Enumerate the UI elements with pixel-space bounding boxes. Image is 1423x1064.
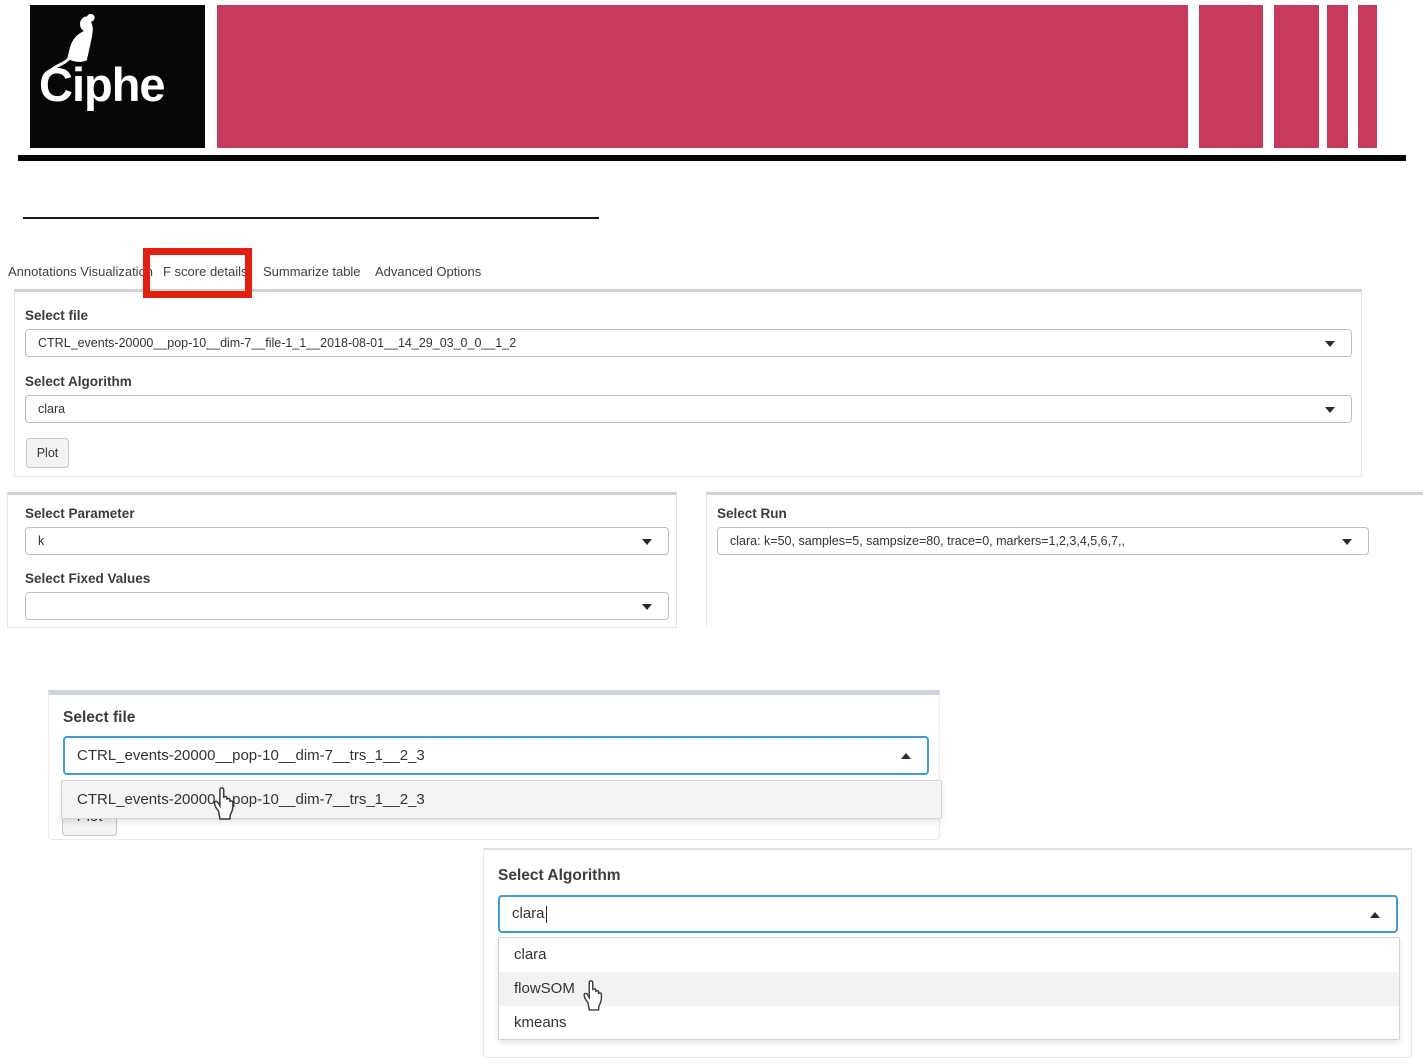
tab-advanced-options[interactable]: Advanced Options xyxy=(375,264,481,279)
select-file-options-menu: CTRL_events-20000__pop-10__dim-7__trs_1_… xyxy=(61,780,942,819)
run-panel: Select Run clara: k=50, samples=5, samps… xyxy=(706,492,1423,626)
file-option[interactable]: CTRL_events-20000__pop-10__dim-7__trs_1_… xyxy=(62,782,941,818)
parameter-panel: Select Parameter k Select Fixed Values xyxy=(7,492,677,628)
header-banner-bar xyxy=(1199,5,1263,148)
select-file-zoom-panel: Select file CTRL_events-20000__pop-10__d… xyxy=(48,690,942,840)
select-fixed-values-label: Select Fixed Values xyxy=(25,571,151,586)
caret-down-icon xyxy=(1325,341,1335,347)
select-parameter-label: Select Parameter xyxy=(25,506,135,521)
header-banner xyxy=(217,5,1188,148)
select-parameter-value: k xyxy=(38,534,45,548)
select-run-label: Select Run xyxy=(717,506,787,521)
header-divider xyxy=(18,155,1406,161)
caret-down-icon xyxy=(1342,539,1352,545)
select-algorithm-combobox-open[interactable]: clara xyxy=(498,895,1398,933)
plot-button[interactable]: Plot xyxy=(26,438,69,468)
select-file-value: CTRL_events-20000__pop-10__dim-7__trs_1_… xyxy=(77,747,425,764)
select-run-dropdown[interactable]: clara: k=50, samples=5, sampsize=80, tra… xyxy=(717,527,1369,555)
select-file-value: CTRL_events-20000__pop-10__dim-7__file-1… xyxy=(38,336,517,350)
select-algorithm-label: Select Algorithm xyxy=(25,374,132,389)
algorithm-option-kmeans[interactable]: kmeans xyxy=(499,1006,1399,1040)
select-file-combobox-open[interactable]: CTRL_events-20000__pop-10__dim-7__trs_1_… xyxy=(63,736,929,775)
select-parameter-dropdown[interactable]: k xyxy=(25,527,669,555)
algorithm-option-flowsom[interactable]: flowSOM xyxy=(499,972,1399,1006)
ciphe-logo: Ciphe xyxy=(30,5,205,148)
tab-summarize-table[interactable]: Summarize table xyxy=(263,264,361,279)
caret-up-icon xyxy=(901,753,911,759)
header-banner-bar xyxy=(1327,5,1348,148)
select-algorithm-dropdown[interactable]: clara xyxy=(25,395,1352,423)
select-file-label: Select file xyxy=(63,709,136,726)
header-banner-bar xyxy=(1358,5,1377,148)
caret-down-icon xyxy=(1325,407,1335,413)
app-page: Ciphe Annotations Visualization F score … xyxy=(0,0,1423,1064)
logo-text: Ciphe xyxy=(39,58,166,111)
select-file-dropdown[interactable]: CTRL_events-20000__pop-10__dim-7__file-1… xyxy=(25,329,1352,357)
select-fixed-values-dropdown[interactable] xyxy=(25,592,669,620)
select-algorithm-label: Select Algorithm xyxy=(498,867,621,884)
select-algorithm-options-menu: clara flowSOM kmeans xyxy=(498,937,1400,1040)
caret-down-icon xyxy=(642,604,652,610)
select-file-label: Select file xyxy=(25,308,89,323)
select-algorithm-zoom-panel: Select Algorithm clara clara flowSOM kme… xyxy=(483,848,1412,1058)
caret-down-icon xyxy=(642,539,652,545)
algorithm-option-clara[interactable]: clara xyxy=(499,938,1399,972)
tab-f-score-details[interactable]: F score details xyxy=(163,264,248,279)
select-run-value: clara: k=50, samples=5, sampsize=80, tra… xyxy=(730,534,1126,548)
header-banner-bar xyxy=(1274,5,1319,148)
select-algorithm-typed-value: clara xyxy=(512,905,545,922)
caret-up-icon xyxy=(1370,912,1380,918)
tab-annotations-visualization[interactable]: Annotations Visualization xyxy=(8,264,153,279)
select-algorithm-value: clara xyxy=(38,402,66,416)
text-cursor xyxy=(545,905,548,923)
section-divider xyxy=(23,217,599,219)
f-score-details-panel: Select file CTRL_events-20000__pop-10__d… xyxy=(14,289,1362,477)
